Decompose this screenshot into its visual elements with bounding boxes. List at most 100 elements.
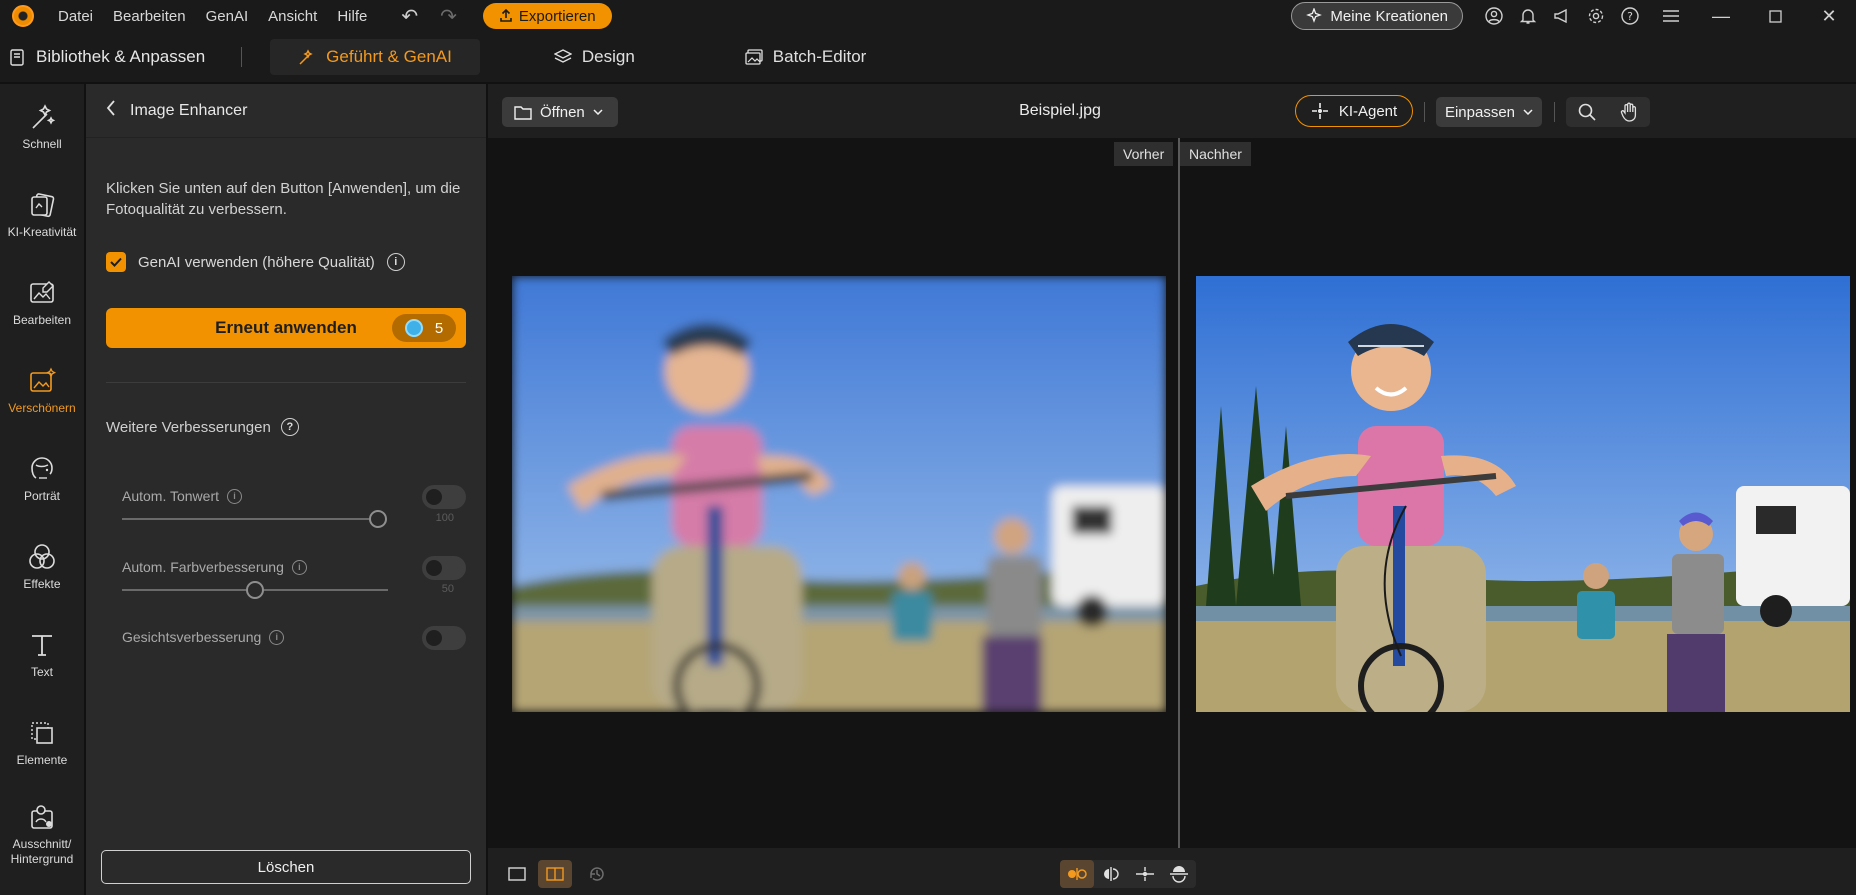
menu-datei[interactable]: Datei: [58, 8, 93, 25]
rail-item-schnell[interactable]: Schnell: [0, 102, 84, 152]
toggle-switch[interactable]: [422, 626, 466, 650]
magic-wand-icon: [299, 49, 313, 65]
rail-item-text[interactable]: Text: [0, 630, 84, 680]
toggle-switch[interactable]: [422, 556, 466, 580]
option-label: Autom. Tonwert: [122, 488, 220, 504]
notification-bell-icon[interactable]: [1518, 6, 1538, 26]
slider-knob[interactable]: [369, 510, 387, 528]
hamburger-menu-icon[interactable]: [1661, 6, 1681, 26]
library-icon: [10, 48, 24, 66]
slider-track[interactable]: [122, 581, 388, 599]
rail-item-ausschnitt-hintergrund[interactable]: Ausschnitt/ Hintergrund: [0, 802, 84, 867]
rail-item-elemente[interactable]: Elemente: [0, 718, 84, 768]
info-icon[interactable]: i: [291, 559, 307, 575]
tab-library[interactable]: Bibliothek & Anpassen: [10, 47, 205, 67]
after-image: [1196, 276, 1850, 712]
delete-button[interactable]: Löschen: [101, 850, 471, 884]
info-icon[interactable]: i: [227, 488, 243, 504]
rail-label: Effekte: [23, 577, 61, 591]
close-icon[interactable]: ✕: [1802, 0, 1856, 32]
menu-bar: Datei Bearbeiten GenAI Ansicht Hilfe: [58, 8, 367, 25]
elements-icon: [31, 722, 53, 744]
cutout-icon: [31, 805, 53, 829]
settings-gear-icon[interactable]: [1586, 6, 1606, 26]
before-image: [512, 276, 1166, 712]
export-button[interactable]: Exportieren: [482, 3, 612, 29]
slider-knob[interactable]: [246, 581, 264, 599]
option-auto-tone: Autom. Tonwert i 100: [122, 485, 466, 528]
sparkle-icon: [1306, 8, 1323, 23]
beautify-icon: [30, 367, 57, 392]
canvas-bottom-bar: [488, 848, 1856, 895]
fit-dropdown[interactable]: Einpassen: [1436, 97, 1542, 127]
ai-creativity-icon: [31, 193, 55, 218]
help-icon[interactable]: ?: [1620, 6, 1640, 26]
info-icon[interactable]: i: [386, 253, 405, 271]
history-icon[interactable]: [582, 860, 612, 888]
maximize-icon[interactable]: [1748, 0, 1802, 32]
tab-guided-genai[interactable]: Geführt & GenAI: [270, 39, 480, 75]
tab-design[interactable]: Design: [553, 39, 635, 75]
delete-label: Löschen: [257, 858, 315, 876]
megaphone-icon[interactable]: [1552, 6, 1572, 26]
slider-value: 50: [441, 583, 454, 595]
rail-label: Text: [30, 665, 53, 679]
after-tag: Nachher: [1180, 142, 1251, 166]
rail-item-ki-kreativitaet[interactable]: KI-Kreativität: [0, 190, 84, 240]
effects-icon: [29, 544, 55, 569]
help-icon[interactable]: ?: [280, 418, 299, 436]
search-zoom-icon[interactable]: [1566, 97, 1608, 127]
rail-item-effekte[interactable]: Effekte: [0, 542, 84, 592]
open-button[interactable]: Öffnen: [502, 97, 618, 127]
image-canvas: Vorher Nachher: [488, 138, 1856, 848]
toolbar-separator: [1424, 102, 1425, 122]
menu-bearbeiten[interactable]: Bearbeiten: [113, 8, 186, 25]
rail-label: Ausschnitt/ Hintergrund: [10, 837, 74, 866]
minimize-icon[interactable]: —: [1694, 0, 1748, 32]
rail-item-portraet[interactable]: Porträt: [0, 454, 84, 504]
rail-item-bearbeiten[interactable]: Bearbeiten: [0, 278, 84, 328]
account-icon[interactable]: [1484, 6, 1504, 26]
ai-agent-button[interactable]: KI-Agent: [1295, 95, 1413, 127]
portrait-icon: [31, 457, 53, 479]
redo-icon[interactable]: ↷: [440, 4, 457, 29]
apply-again-button[interactable]: Erneut anwenden 5: [106, 308, 466, 348]
tab-batch-editor[interactable]: Batch-Editor: [745, 39, 867, 75]
split-view-icon[interactable]: [538, 860, 572, 888]
genai-option: GenAI verwenden (höhere Qualität) i: [106, 252, 405, 272]
my-creations-label: Meine Kreationen: [1330, 7, 1448, 25]
tab-batch-label: Batch-Editor: [772, 47, 867, 66]
more-enhancements-heading: Weitere Verbesserungen ?: [106, 418, 299, 436]
canvas-toolbar: Beispiel.jpg Öffnen KI-Agent Einpassen: [488, 84, 1856, 138]
tab-guided-label: Geführt & GenAI: [326, 47, 452, 66]
compare-side-by-side-icon[interactable]: [1060, 860, 1094, 888]
compare-vertical-split-icon[interactable]: [1094, 860, 1128, 888]
compare-top-bottom-icon[interactable]: [1162, 860, 1196, 888]
menu-genai[interactable]: GenAI: [206, 8, 249, 25]
rail-label: Schnell: [22, 137, 62, 151]
info-icon[interactable]: i: [269, 629, 285, 645]
rail-label: Bearbeiten: [12, 313, 72, 327]
compare-horizontal-icon[interactable]: [1128, 860, 1162, 888]
single-view-icon[interactable]: [500, 860, 534, 888]
undo-icon[interactable]: ↶: [401, 4, 418, 29]
panel-description: Klicken Sie unten auf den Button [Anwend…: [106, 180, 461, 218]
hand-pan-icon[interactable]: [1608, 97, 1650, 127]
option-auto-color: Autom. Farbverbesserung i 50: [122, 556, 466, 599]
menu-hilfe[interactable]: Hilfe: [337, 8, 367, 25]
toggle-switch[interactable]: [422, 485, 466, 509]
genai-checkbox[interactable]: [106, 252, 126, 272]
credit-gem-icon: [404, 319, 423, 337]
credit-badge: 5: [392, 314, 456, 342]
more-enhancements-label: Weitere Verbesserungen: [106, 418, 271, 436]
fit-label: Einpassen: [1444, 103, 1516, 121]
back-chevron-icon[interactable]: [106, 100, 116, 121]
slider-track[interactable]: [122, 510, 387, 528]
rail-item-verschoenern[interactable]: Verschönern: [0, 366, 84, 416]
compare-split-line[interactable]: [1178, 138, 1180, 848]
my-creations-button[interactable]: Meine Kreationen: [1291, 2, 1463, 30]
ai-agent-icon: [1311, 103, 1328, 119]
menu-ansicht[interactable]: Ansicht: [268, 8, 317, 25]
option-label: Gesichtsverbesserung: [122, 629, 262, 645]
before-tag: Vorher: [1114, 142, 1174, 166]
